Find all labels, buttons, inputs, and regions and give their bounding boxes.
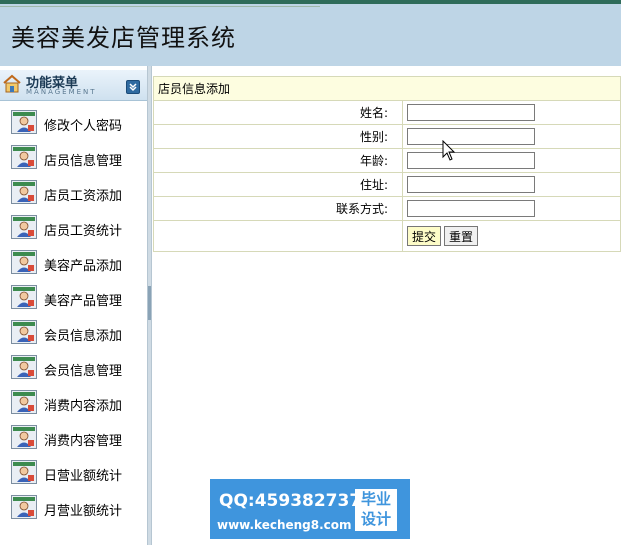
sidebar-item-label[interactable]: 消费内容添加 xyxy=(44,395,122,414)
sidebar-item[interactable]: 店员工资统计 xyxy=(0,209,147,244)
sidebar-item[interactable]: 消费内容管理 xyxy=(0,419,147,454)
contact-input[interactable] xyxy=(407,200,535,217)
form-title: 店员信息添加 xyxy=(153,76,621,101)
splitter-grip[interactable] xyxy=(148,286,151,320)
mouse-cursor-icon xyxy=(442,140,456,161)
name-input[interactable] xyxy=(407,104,535,121)
sidebar-item-label[interactable]: 修改个人密码 xyxy=(44,115,122,134)
sidebar-item[interactable]: 美容产品添加 xyxy=(0,244,147,279)
watermark: QQ:459382737 www.kecheng8.com 毕业 设计 xyxy=(210,479,410,539)
watermark-qq: QQ:459382737 xyxy=(219,491,362,511)
watermark-badge: 毕业 设计 xyxy=(355,489,397,531)
user-card-icon xyxy=(11,285,37,309)
sidebar-item[interactable]: 会员信息添加 xyxy=(0,314,147,349)
age-input[interactable] xyxy=(407,152,535,169)
user-card-icon xyxy=(11,145,37,169)
sidebar-item[interactable]: 月营业额统计 xyxy=(0,489,147,524)
app-header: 美容美发店管理系统 xyxy=(0,4,621,66)
sidebar-item-label[interactable]: 店员工资统计 xyxy=(44,220,122,239)
user-card-icon xyxy=(11,180,37,204)
staff-form: 店员信息添加 姓名: 性别: 年龄: 住址: 联系方式: 提交 重置 xyxy=(153,76,621,252)
name-label: 姓名: xyxy=(153,100,403,125)
sidebar-item[interactable]: 日营业额统计 xyxy=(0,454,147,489)
app-title: 美容美发店管理系统 xyxy=(11,24,236,52)
home-icon xyxy=(2,74,22,94)
form-row-gender: 性别: xyxy=(153,124,621,149)
form-row-name: 姓名: xyxy=(153,100,621,125)
user-card-icon xyxy=(11,495,37,519)
sidebar-item[interactable]: 店员工资添加 xyxy=(0,174,147,209)
sidebar-item-label[interactable]: 店员信息管理 xyxy=(44,150,122,169)
address-label: 住址: xyxy=(153,172,403,197)
sidebar-item[interactable]: 店员信息管理 xyxy=(0,139,147,174)
sidebar-subtitle: MANAGEMENT xyxy=(26,88,97,96)
sidebar-splitter[interactable] xyxy=(147,66,152,545)
user-card-icon xyxy=(11,320,37,344)
sidebar-item[interactable]: 消费内容添加 xyxy=(0,384,147,419)
user-card-icon xyxy=(11,425,37,449)
sidebar: 功能菜单 MANAGEMENT 修改个人密码 店员信息管理 店员工资添加 店员工资统计… xyxy=(0,66,147,545)
sidebar-header: 功能菜单 MANAGEMENT xyxy=(0,70,147,101)
collapse-icon[interactable] xyxy=(126,80,140,94)
gender-label: 性别: xyxy=(153,124,403,149)
user-card-icon xyxy=(11,390,37,414)
form-row-age: 年龄: xyxy=(153,148,621,173)
sidebar-item-label[interactable]: 消费内容管理 xyxy=(44,430,122,449)
form-row-address: 住址: xyxy=(153,172,621,197)
form-row-actions: 提交 重置 xyxy=(153,220,621,252)
sidebar-item-label[interactable]: 日营业额统计 xyxy=(44,465,122,484)
user-card-icon xyxy=(11,215,37,239)
form-header-row: 店员信息添加 xyxy=(153,76,621,101)
age-label: 年龄: xyxy=(153,148,403,173)
contact-label: 联系方式: xyxy=(153,196,403,221)
user-card-icon xyxy=(11,110,37,134)
form-row-contact: 联系方式: xyxy=(153,196,621,221)
sidebar-item-label[interactable]: 店员工资添加 xyxy=(44,185,122,204)
address-input[interactable] xyxy=(407,176,535,193)
reset-button[interactable]: 重置 xyxy=(444,226,479,246)
user-card-icon xyxy=(11,355,37,379)
sidebar-item-label[interactable]: 美容产品添加 xyxy=(44,255,122,274)
submit-button[interactable]: 提交 xyxy=(407,226,442,246)
gender-input[interactable] xyxy=(407,128,535,145)
sidebar-item-label[interactable]: 美容产品管理 xyxy=(44,290,122,309)
user-card-icon xyxy=(11,250,37,274)
sidebar-item[interactable]: 会员信息管理 xyxy=(0,349,147,384)
sidebar-menu: 修改个人密码 店员信息管理 店员工资添加 店员工资统计 美容产品添加 美容产品管理 会员信息… xyxy=(0,104,147,524)
sidebar-item-label[interactable]: 会员信息管理 xyxy=(44,360,122,379)
top-border-accent xyxy=(0,6,320,7)
user-card-icon xyxy=(11,460,37,484)
main-content: 店员信息添加 姓名: 性别: 年龄: 住址: 联系方式: 提交 重置 xyxy=(153,66,621,545)
sidebar-item-label[interactable]: 会员信息添加 xyxy=(44,325,122,344)
sidebar-item[interactable]: 美容产品管理 xyxy=(0,279,147,314)
sidebar-item-label[interactable]: 月营业额统计 xyxy=(44,500,122,519)
sidebar-item[interactable]: 修改个人密码 xyxy=(0,104,147,139)
watermark-url: www.kecheng8.com xyxy=(217,518,352,532)
